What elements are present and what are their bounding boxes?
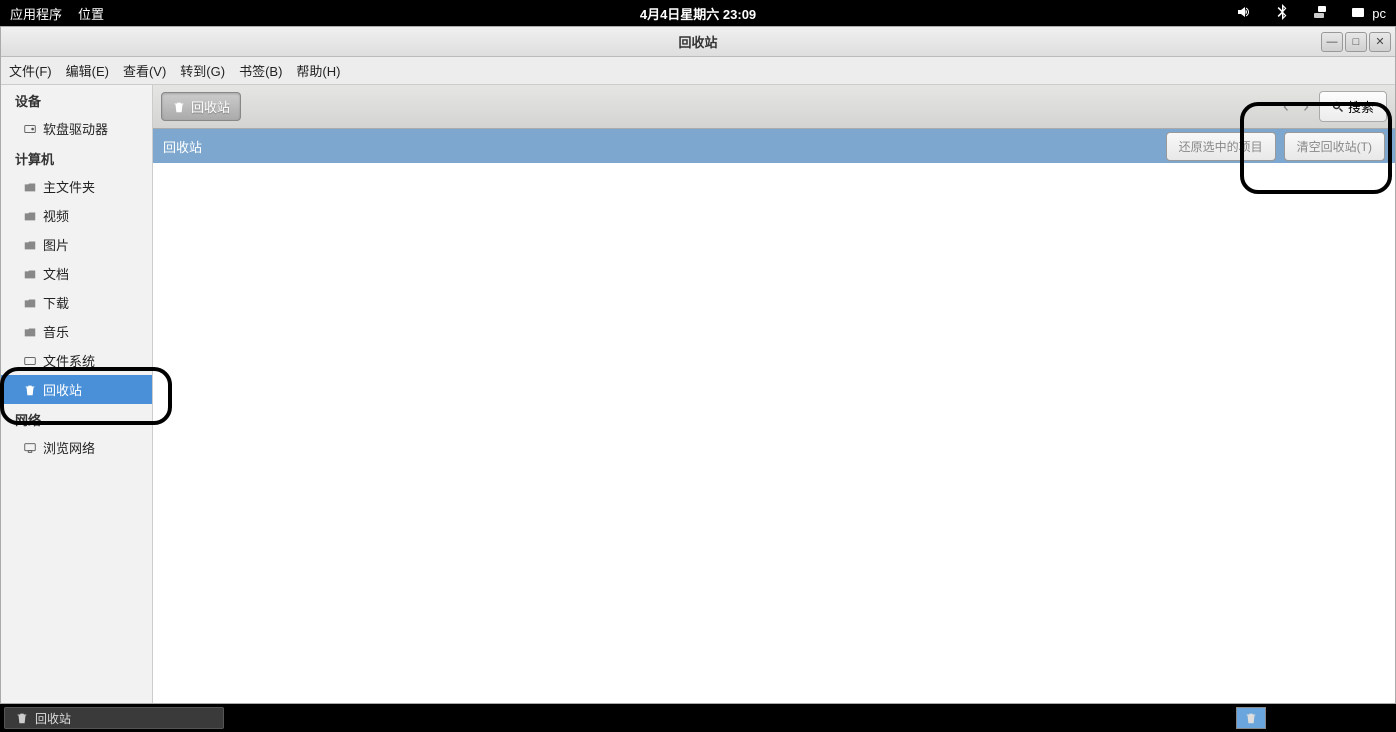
trash-icon	[1244, 711, 1258, 725]
network-icon	[23, 441, 37, 455]
sidebar-item-label: 浏览网络	[43, 438, 95, 457]
sidebar-item-label: 回收站	[43, 380, 82, 399]
window-title: 回收站	[678, 32, 717, 51]
minimize-button[interactable]: —	[1321, 32, 1343, 52]
taskbar-label: 回收站	[35, 710, 71, 727]
sidebar-item-home[interactable]: 主文件夹	[1, 172, 152, 201]
volume-icon[interactable]	[1236, 4, 1252, 23]
sidebar-item-label: 文档	[43, 264, 69, 283]
network-icon[interactable]	[1312, 4, 1328, 23]
sidebar-item-filesystem[interactable]: 文件系统	[1, 346, 152, 375]
sidebar-item-downloads[interactable]: 下载	[1, 288, 152, 317]
taskbar-button-trash[interactable]: 回收站	[4, 707, 224, 729]
trash-icon	[23, 383, 37, 397]
nav-forward-button[interactable]: ›	[1299, 94, 1313, 119]
sidebar: 设备 软盘驱动器 计算机 主文件夹 视频 图片 文档	[1, 85, 153, 703]
sidebar-section-network: 网络	[1, 404, 152, 433]
location-title: 回收站	[163, 137, 1166, 156]
restore-selected-button[interactable]: 还原选中的项目	[1166, 132, 1276, 161]
trash-icon	[15, 711, 29, 725]
bluetooth-icon[interactable]	[1274, 4, 1290, 23]
home-icon	[23, 180, 37, 194]
sidebar-item-label: 下载	[43, 293, 69, 312]
sidebar-item-label: 视频	[43, 206, 69, 225]
folder-icon	[23, 238, 37, 252]
maximize-button[interactable]: □	[1345, 32, 1367, 52]
path-label: 回收站	[191, 97, 230, 116]
sidebar-item-browse-network[interactable]: 浏览网络	[1, 433, 152, 462]
window-titlebar[interactable]: 回收站 — □ ✕	[1, 27, 1395, 57]
menu-help[interactable]: 帮助(H)	[296, 61, 340, 80]
empty-trash-button[interactable]: 清空回收站(T)	[1284, 132, 1385, 161]
folder-icon	[23, 325, 37, 339]
sidebar-item-label: 文件系统	[43, 351, 95, 370]
applications-menu[interactable]: 应用程序	[10, 4, 62, 23]
folder-icon	[23, 209, 37, 223]
menu-bookmarks[interactable]: 书签(B)	[239, 61, 282, 80]
workspace-switcher[interactable]	[1236, 707, 1266, 729]
folder-icon	[23, 267, 37, 281]
sidebar-item-label: 音乐	[43, 322, 69, 341]
search-label: 搜索	[1348, 97, 1374, 116]
places-menu[interactable]: 位置	[78, 4, 104, 23]
user-menu[interactable]: pc	[1350, 5, 1386, 21]
sidebar-item-documents[interactable]: 文档	[1, 259, 152, 288]
trash-icon	[172, 100, 186, 114]
nav-back-button[interactable]: ‹	[1279, 94, 1293, 119]
sidebar-item-trash[interactable]: 回收站	[1, 375, 152, 404]
sidebar-item-pictures[interactable]: 图片	[1, 230, 152, 259]
sidebar-item-label: 主文件夹	[43, 177, 95, 196]
sidebar-item-music[interactable]: 音乐	[1, 317, 152, 346]
disk-icon	[23, 354, 37, 368]
sidebar-item-floppy[interactable]: 软盘驱动器	[1, 114, 152, 143]
file-view-area[interactable]	[153, 163, 1395, 703]
folder-icon	[23, 296, 37, 310]
datetime-indicator[interactable]: 4月4日星期六 23:09	[640, 4, 756, 23]
menu-edit[interactable]: 编辑(E)	[66, 61, 109, 80]
drive-icon	[23, 122, 37, 136]
sidebar-section-devices: 设备	[1, 85, 152, 114]
menu-file[interactable]: 文件(F)	[9, 61, 52, 80]
sidebar-section-computer: 计算机	[1, 143, 152, 172]
user-label: pc	[1372, 6, 1386, 21]
sidebar-item-label: 图片	[43, 235, 69, 254]
search-button[interactable]: 搜索	[1319, 91, 1387, 122]
menu-go[interactable]: 转到(G)	[180, 61, 225, 80]
menu-view[interactable]: 查看(V)	[123, 61, 166, 80]
search-icon	[1332, 101, 1344, 113]
sidebar-item-label: 软盘驱动器	[43, 119, 108, 138]
path-button-trash[interactable]: 回收站	[161, 92, 241, 121]
close-button[interactable]: ✕	[1369, 32, 1391, 52]
sidebar-item-videos[interactable]: 视频	[1, 201, 152, 230]
